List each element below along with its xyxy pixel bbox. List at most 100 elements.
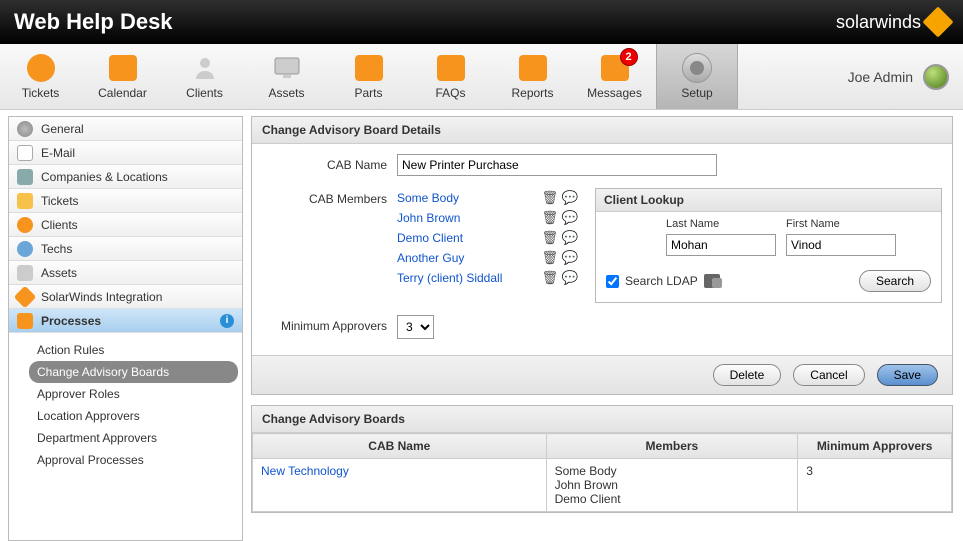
chart-icon [518,54,548,82]
tab-messages[interactable]: 2 Messages [574,44,656,109]
sidebar-item-assets[interactable]: Assets [9,261,242,285]
compass-icon[interactable] [923,64,949,90]
sidebar-label-email: E-Mail [41,146,75,160]
sidebar-item-techs[interactable]: Techs [9,237,242,261]
sublink-change-advisory-boards[interactable]: Change Advisory Boards [29,361,238,383]
chat-icon[interactable]: 💬 [563,271,577,285]
tab-assets-label: Assets [268,86,304,100]
cab-details-panel: Change Advisory Board Details CAB Name C… [251,116,953,395]
row-min-approvers: Minimum Approvers 3 [262,309,942,345]
member-link[interactable]: Some Body [397,191,537,205]
trash-icon[interactable]: 🗑 [543,191,557,205]
member-link[interactable]: Another Guy [397,251,537,265]
sidebar-item-general[interactable]: General [9,117,242,141]
messages-badge: 2 [620,48,638,66]
sidebar-item-tickets[interactable]: Tickets [9,189,242,213]
tab-faqs[interactable]: FAQs [410,44,492,109]
gear-small-icon [17,121,33,137]
calendar-icon [108,54,138,82]
cab-name-input[interactable] [397,154,717,176]
cancel-button[interactable]: Cancel [793,364,864,386]
processes-submenu: Action Rules Change Advisory Boards Appr… [9,333,242,477]
ldap-group-icon [704,274,720,288]
tab-clients[interactable]: Clients [164,44,246,109]
delete-button[interactable]: Delete [713,364,782,386]
tab-reports-label: Reports [511,86,553,100]
book-icon [436,54,466,82]
search-button[interactable]: Search [859,270,931,292]
user-name: Joe Admin [848,69,913,85]
tab-parts-label: Parts [354,86,382,100]
chat-icon[interactable]: 💬 [563,231,577,245]
sidebar-item-email[interactable]: E-Mail [9,141,242,165]
col-cab-name: CAB Name [253,434,547,459]
member-row: John Brown 🗑 💬 [397,208,577,228]
member-link[interactable]: John Brown [397,211,537,225]
sidebar-label-assets: Assets [41,266,77,280]
details-action-bar: Delete Cancel Save [252,355,952,394]
trash-icon[interactable]: 🗑 [543,231,557,245]
trash-icon[interactable]: 🗑 [543,211,557,225]
tab-tickets[interactable]: Tickets [0,44,82,109]
cab-row-name-link[interactable]: New Technology [261,464,349,478]
mail-icon [17,145,33,161]
content-area: Change Advisory Board Details CAB Name C… [247,110,963,541]
tech-icon [17,241,33,257]
min-approvers-label: Minimum Approvers [262,315,397,333]
tab-setup[interactable]: Setup [656,44,738,109]
app-header: Web Help Desk solarwinds [0,0,963,44]
sidebar-label-solarwinds: SolarWinds Integration [41,290,162,304]
solarwinds-icon [14,285,37,308]
first-name-input[interactable] [786,234,896,256]
last-name-input[interactable] [666,234,776,256]
sublink-approval-processes[interactable]: Approval Processes [29,449,238,471]
sublink-approver-roles[interactable]: Approver Roles [29,383,238,405]
person-icon [190,54,220,82]
gear-icon [682,54,712,82]
cab-list-title: Change Advisory Boards [252,406,952,433]
brand-name: solarwinds [836,12,921,33]
min-approvers-select[interactable]: 3 [397,315,434,339]
tab-reports[interactable]: Reports [492,44,574,109]
trash-icon[interactable]: 🗑 [543,271,557,285]
sidebar-label-clients: Clients [41,218,78,232]
sublink-location-approvers[interactable]: Location Approvers [29,405,238,427]
cab-row-member: John Brown [555,478,790,492]
sublink-department-approvers[interactable]: Department Approvers [29,427,238,449]
tab-calendar[interactable]: Calendar [82,44,164,109]
tab-parts[interactable]: Parts [328,44,410,109]
member-link[interactable]: Terry (client) Siddall [397,271,537,285]
row-cab-members: CAB Members Some Body 🗑 💬 John Brown [262,182,942,309]
search-ldap-label: Search LDAP [625,274,698,288]
col-min-approvers: Minimum Approvers [798,434,952,459]
chat-icon[interactable]: 💬 [563,191,577,205]
search-ldap-checkbox[interactable] [606,275,619,288]
cab-row-member: Some Body [555,464,790,478]
client-lookup-panel: Client Lookup Last Name First Name [595,188,942,303]
member-row: Some Body 🗑 💬 [397,188,577,208]
cab-list-table: CAB Name Members Minimum Approvers New T… [252,433,952,512]
save-button[interactable]: Save [877,364,938,386]
chat-icon[interactable]: 💬 [563,251,577,265]
member-row: Demo Client 🗑 💬 [397,228,577,248]
chat-icon[interactable]: 💬 [563,211,577,225]
sidebar-item-processes[interactable]: Processes i [9,309,242,333]
sidebar-item-clients[interactable]: Clients [9,213,242,237]
sidebar-label-general: General [41,122,84,136]
cab-list-panel: Change Advisory Boards CAB Name Members … [251,405,953,513]
table-row[interactable]: New Technology Some Body John Brown Demo… [253,459,952,512]
member-list: Some Body 🗑 💬 John Brown 🗑 💬 [397,188,577,303]
sidebar-item-companies[interactable]: Companies & Locations [9,165,242,189]
cab-details-title: Change Advisory Board Details [252,117,952,144]
member-link[interactable]: Demo Client [397,231,537,245]
asset-icon [17,265,33,281]
sidebar-label-processes: Processes [41,314,101,328]
member-row: Another Guy 🗑 💬 [397,248,577,268]
sidebar-item-solarwinds[interactable]: SolarWinds Integration [9,285,242,309]
trash-icon[interactable]: 🗑 [543,251,557,265]
sublink-action-rules[interactable]: Action Rules [29,339,238,361]
process-icon [17,313,33,329]
tab-assets[interactable]: Assets [246,44,328,109]
lifebuoy-icon [26,54,56,82]
user-block: Joe Admin [848,44,949,109]
